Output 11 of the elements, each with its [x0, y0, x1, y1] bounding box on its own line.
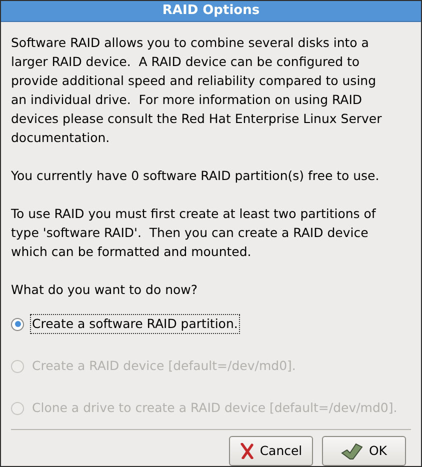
paragraph: Software RAID allows you to combine several disks into a larger RAID device. A RAID device can be configured to provide additional speed and reliability compared to using an individual drive. For more information on using RAID devices please consult the Red Hat Enterprise Linux Server documentation. [11, 34, 382, 147]
ok-button[interactable]: OK [322, 436, 406, 466]
radio-button[interactable] [11, 318, 24, 330]
checkmark-icon [340, 442, 363, 460]
cancel-button[interactable]: Cancel [229, 436, 313, 466]
radio-label[interactable]: Create a software RAID partition. [30, 314, 240, 334]
paragraph: You currently have 0 software RAID partition(s) free to use. [11, 167, 380, 185]
window-title: RAID Options [162, 2, 260, 20]
paragraph: To use RAID you must first create at least two partitions of type 'software RAID'. Then you can create a RAID device which can be formatted and mounted. [11, 205, 376, 261]
paragraph: What do you want to do now? [11, 281, 198, 299]
cross-icon [240, 443, 254, 459]
